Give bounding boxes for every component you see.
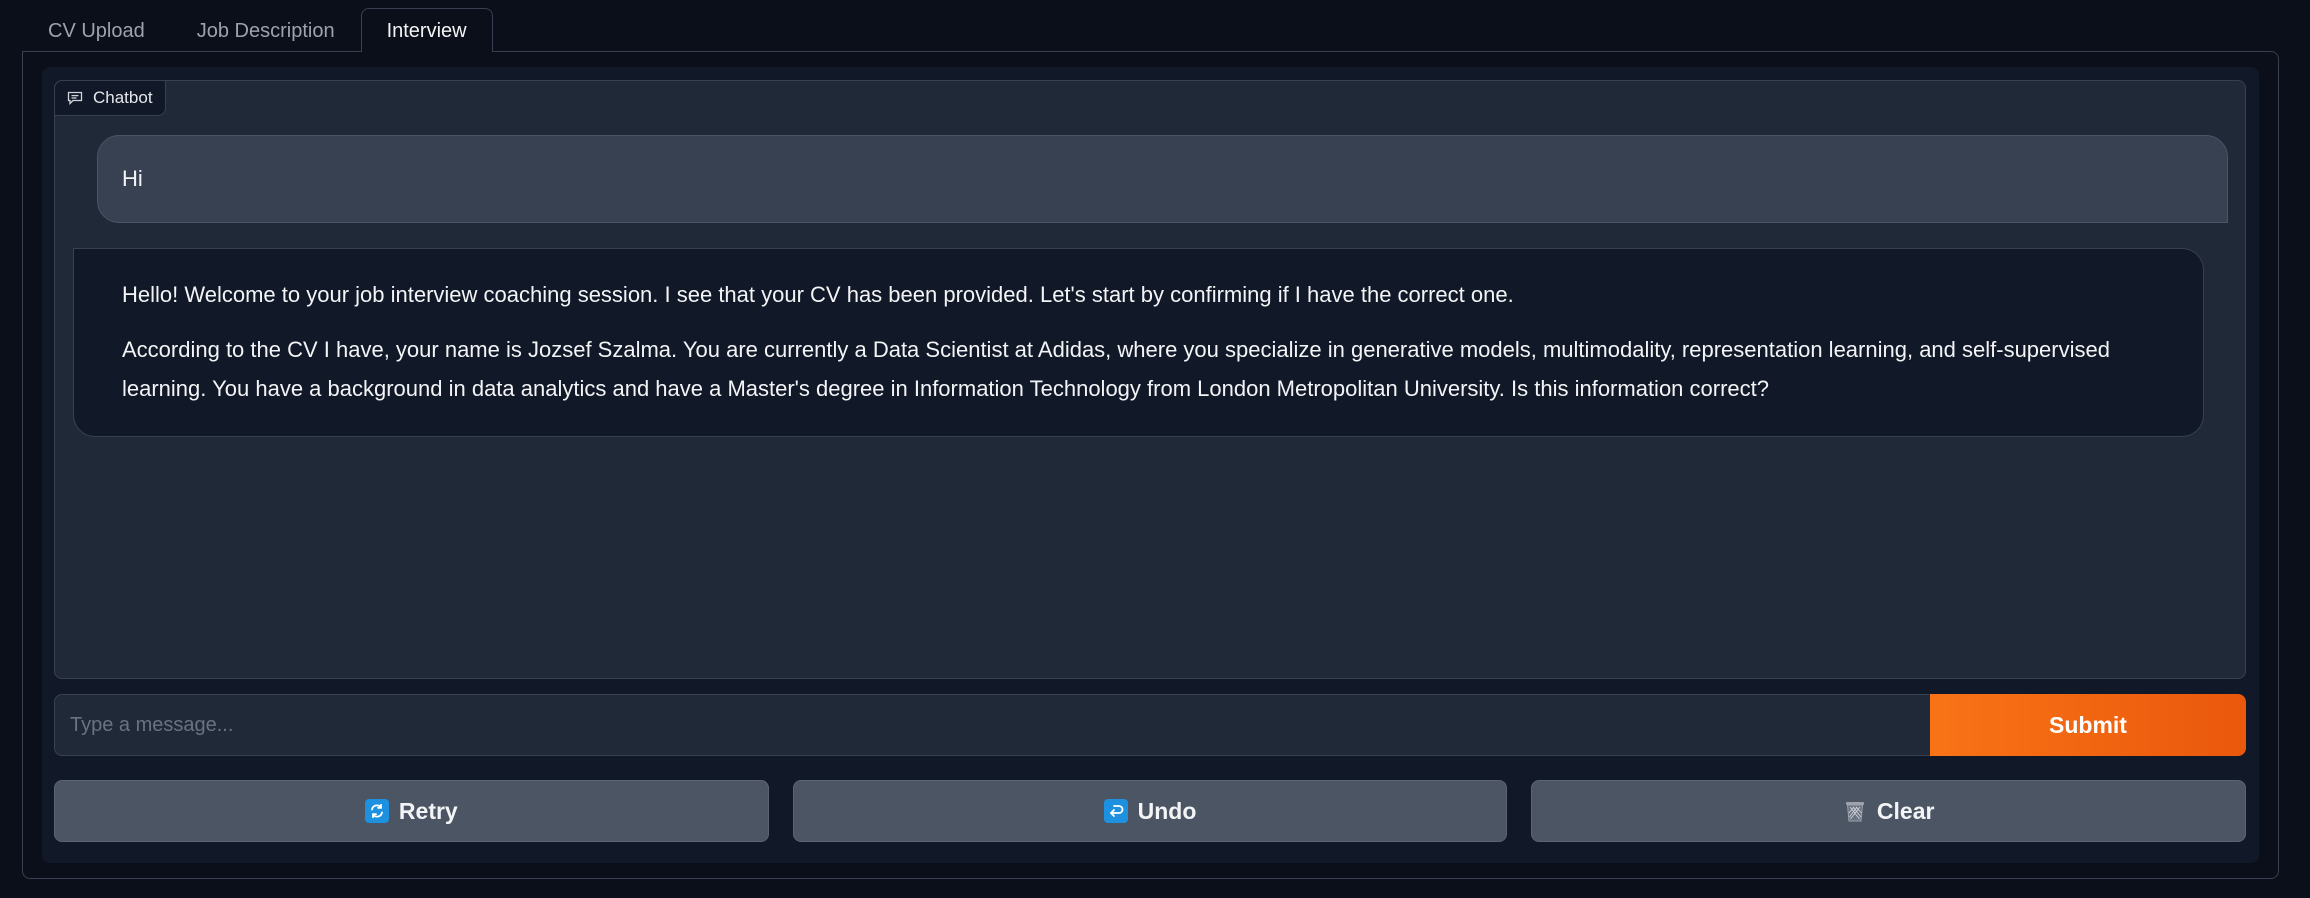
interview-block: Chatbot Hi Hello! Welcome to your job in… — [42, 67, 2259, 863]
tab-interview[interactable]: Interview — [360, 8, 493, 52]
chatbot-label-text: Chatbot — [93, 88, 153, 107]
user-message-text: Hi — [122, 166, 143, 191]
tab-bar: CV Upload Job Description Interview — [22, 8, 493, 52]
message-input[interactable] — [54, 694, 1930, 756]
clear-label: Clear — [1876, 797, 1935, 824]
chat-bubble-icon — [67, 91, 83, 105]
chatbot: Chatbot Hi Hello! Welcome to your job in… — [54, 80, 2246, 679]
retry-button[interactable]: Retry — [54, 780, 769, 842]
wastebasket-icon — [1843, 799, 1867, 823]
bot-message-paragraph: Hello! Welcome to your job interview coa… — [122, 282, 1514, 307]
interview-tab-panel: Chatbot Hi Hello! Welcome to your job in… — [22, 51, 2279, 879]
submit-button[interactable]: Submit — [1930, 694, 2246, 756]
undo-arrow-icon — [1103, 799, 1128, 823]
chatbot-label: Chatbot — [55, 81, 166, 116]
tab-cv-upload[interactable]: CV Upload — [22, 8, 171, 52]
tab-job-description[interactable]: Job Description — [171, 8, 361, 52]
clear-button[interactable]: Clear — [1531, 780, 2247, 842]
undo-button[interactable]: Undo — [792, 780, 1508, 842]
retry-arrows-icon — [364, 799, 389, 823]
chat-actions: Retry Undo Clear — [54, 780, 2247, 842]
bot-message-paragraph: According to the CV I have, your name is… — [122, 337, 2110, 401]
retry-label: Retry — [398, 797, 458, 824]
bot-message: Hello! Welcome to your job interview coa… — [73, 248, 2204, 437]
user-message: Hi — [97, 135, 2228, 223]
message-input-row: Submit — [54, 694, 2246, 756]
undo-label: Undo — [1137, 797, 1197, 824]
